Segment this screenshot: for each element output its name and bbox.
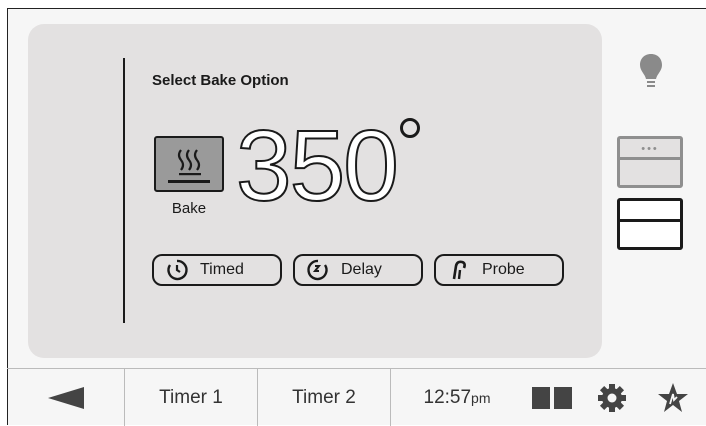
dual-panel-button[interactable] [527, 369, 577, 426]
clock-time: 12:57 [423, 386, 472, 408]
timer-2-button[interactable]: Timer 2 [258, 369, 390, 426]
clock-ampm: pm [471, 389, 491, 406]
timer-1-button[interactable]: Timer 1 [125, 369, 257, 426]
probe-option-button[interactable]: Probe [434, 254, 564, 286]
back-button[interactable] [7, 369, 124, 426]
delay-option-button[interactable]: Delay [293, 254, 423, 286]
clock[interactable]: 12:57 pm [397, 369, 517, 426]
timed-label: Timed [200, 261, 244, 278]
bake-mode-button[interactable] [154, 136, 224, 192]
favorites-button[interactable] [647, 369, 699, 426]
bulb-icon[interactable] [639, 52, 663, 92]
bake-label: Bake [171, 200, 207, 217]
timer-icon [164, 257, 190, 283]
probe-label: Probe [482, 261, 525, 278]
delay-icon [305, 257, 331, 283]
lower-oven-icon[interactable] [617, 198, 683, 250]
heat-waves-icon [168, 149, 210, 183]
divider [123, 58, 125, 323]
bottom-bar: Timer 1 Timer 2 12:57 pm [7, 368, 706, 426]
degree-symbol [400, 118, 420, 138]
temperature-value[interactable]: 350 [235, 115, 400, 217]
upper-oven-icon[interactable]: ••• [617, 136, 683, 188]
timed-option-button[interactable]: Timed [152, 254, 282, 286]
back-arrow-icon [47, 386, 84, 409]
probe-icon [446, 257, 472, 283]
favorite-star-icon [658, 382, 688, 412]
delay-label: Delay [341, 261, 382, 278]
dual-panel-icon [532, 386, 572, 409]
gear-icon [598, 383, 626, 412]
panel-title: Select Bake Option [152, 72, 289, 89]
settings-button[interactable] [587, 369, 637, 426]
